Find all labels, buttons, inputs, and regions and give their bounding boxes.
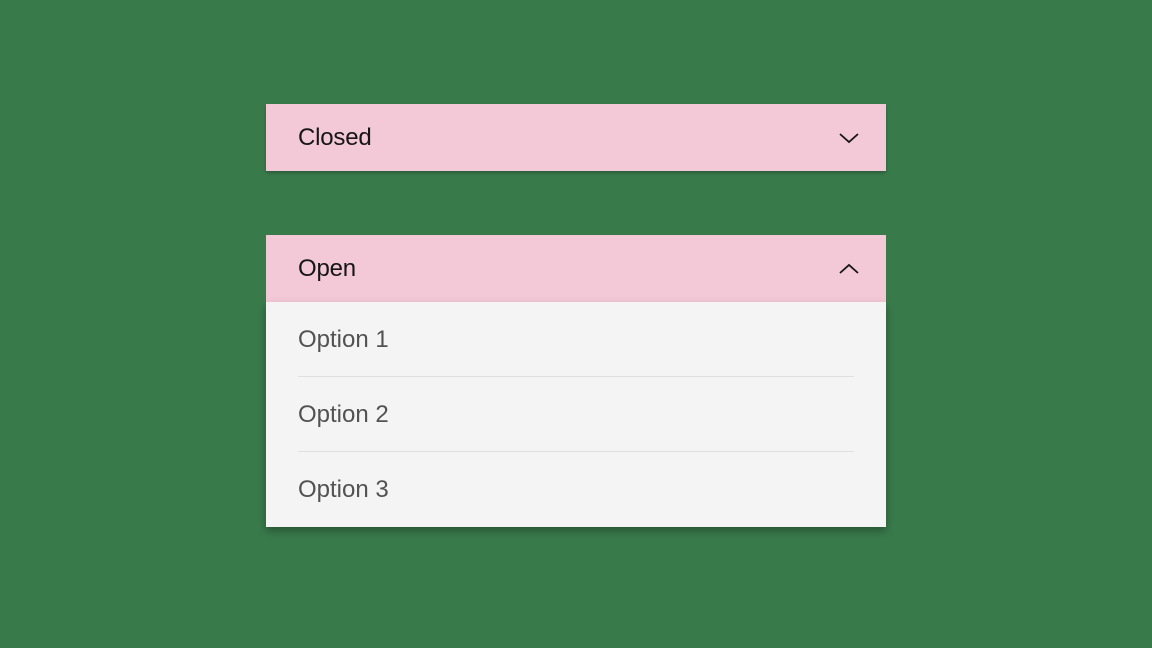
dropdown-closed-header[interactable]: Closed (266, 104, 886, 171)
chevron-down-icon (838, 127, 860, 149)
dropdown-closed-label: Closed (298, 124, 372, 152)
dropdown-option-label: Option 2 (298, 401, 389, 429)
dropdown-open-header[interactable]: Open (266, 235, 886, 302)
dropdown-option[interactable]: Option 2 (266, 377, 886, 452)
dropdown-option[interactable]: Option 1 (266, 302, 886, 377)
dropdown-open-label: Open (298, 255, 356, 283)
dropdown-menu: Option 1 Option 2 Option 3 (266, 302, 886, 527)
dropdown-option[interactable]: Option 3 (266, 452, 886, 527)
chevron-up-icon (838, 258, 860, 280)
dropdown-closed: Closed (266, 104, 886, 171)
dropdown-option-label: Option 3 (298, 476, 389, 504)
dropdown-open: Open Option 1 Option 2 Option 3 (266, 235, 886, 527)
dropdown-option-label: Option 1 (298, 326, 389, 354)
